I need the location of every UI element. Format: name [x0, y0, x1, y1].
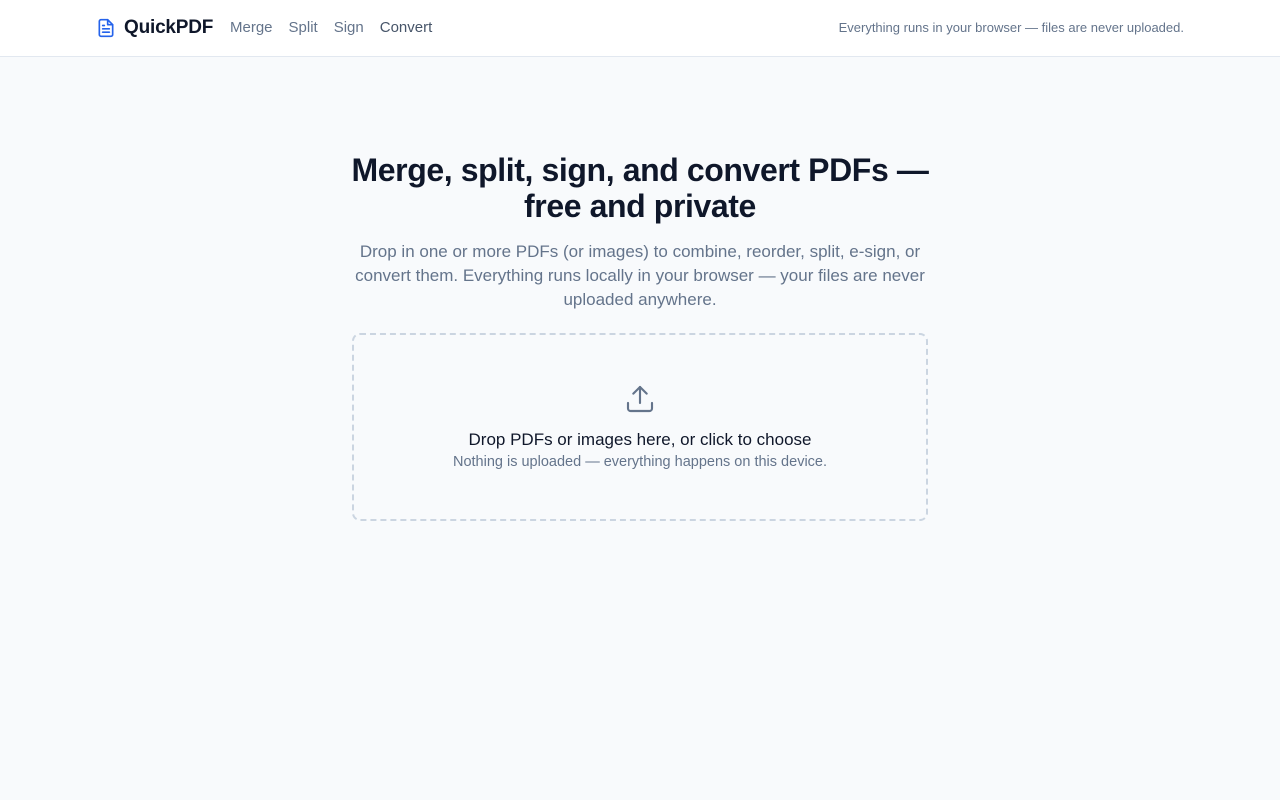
hero: Merge, split, sign, and convert PDFs — f… — [340, 152, 940, 312]
main-nav: Merge Split Sign Convert — [230, 18, 448, 38]
nav-sign[interactable]: Sign — [334, 18, 364, 38]
file-dropzone[interactable]: Drop PDFs or images here, or click to ch… — [352, 333, 928, 521]
dropzone-title: Drop PDFs or images here, or click to ch… — [468, 430, 812, 449]
page-description: Drop in one or more PDFs (or images) to … — [355, 242, 925, 309]
upload-icon — [626, 385, 654, 413]
nav-merge[interactable]: Merge — [230, 18, 273, 38]
nav-split[interactable]: Split — [289, 18, 318, 38]
page-title: Merge, split, sign, and convert PDFs — f… — [351, 152, 929, 224]
nav-convert[interactable]: Convert — [380, 18, 433, 38]
brand-link[interactable]: QuickPDF — [96, 16, 213, 40]
top-bar: QuickPDF Merge Split Sign Convert Everyt… — [0, 0, 1280, 57]
document-icon — [98, 18, 114, 38]
privacy-tagline: Everything runs in your browser — files … — [838, 20, 1184, 35]
dropzone-subtitle: Nothing is uploaded — everything happens… — [452, 454, 828, 470]
brand-name: QuickPDF — [124, 17, 214, 38]
